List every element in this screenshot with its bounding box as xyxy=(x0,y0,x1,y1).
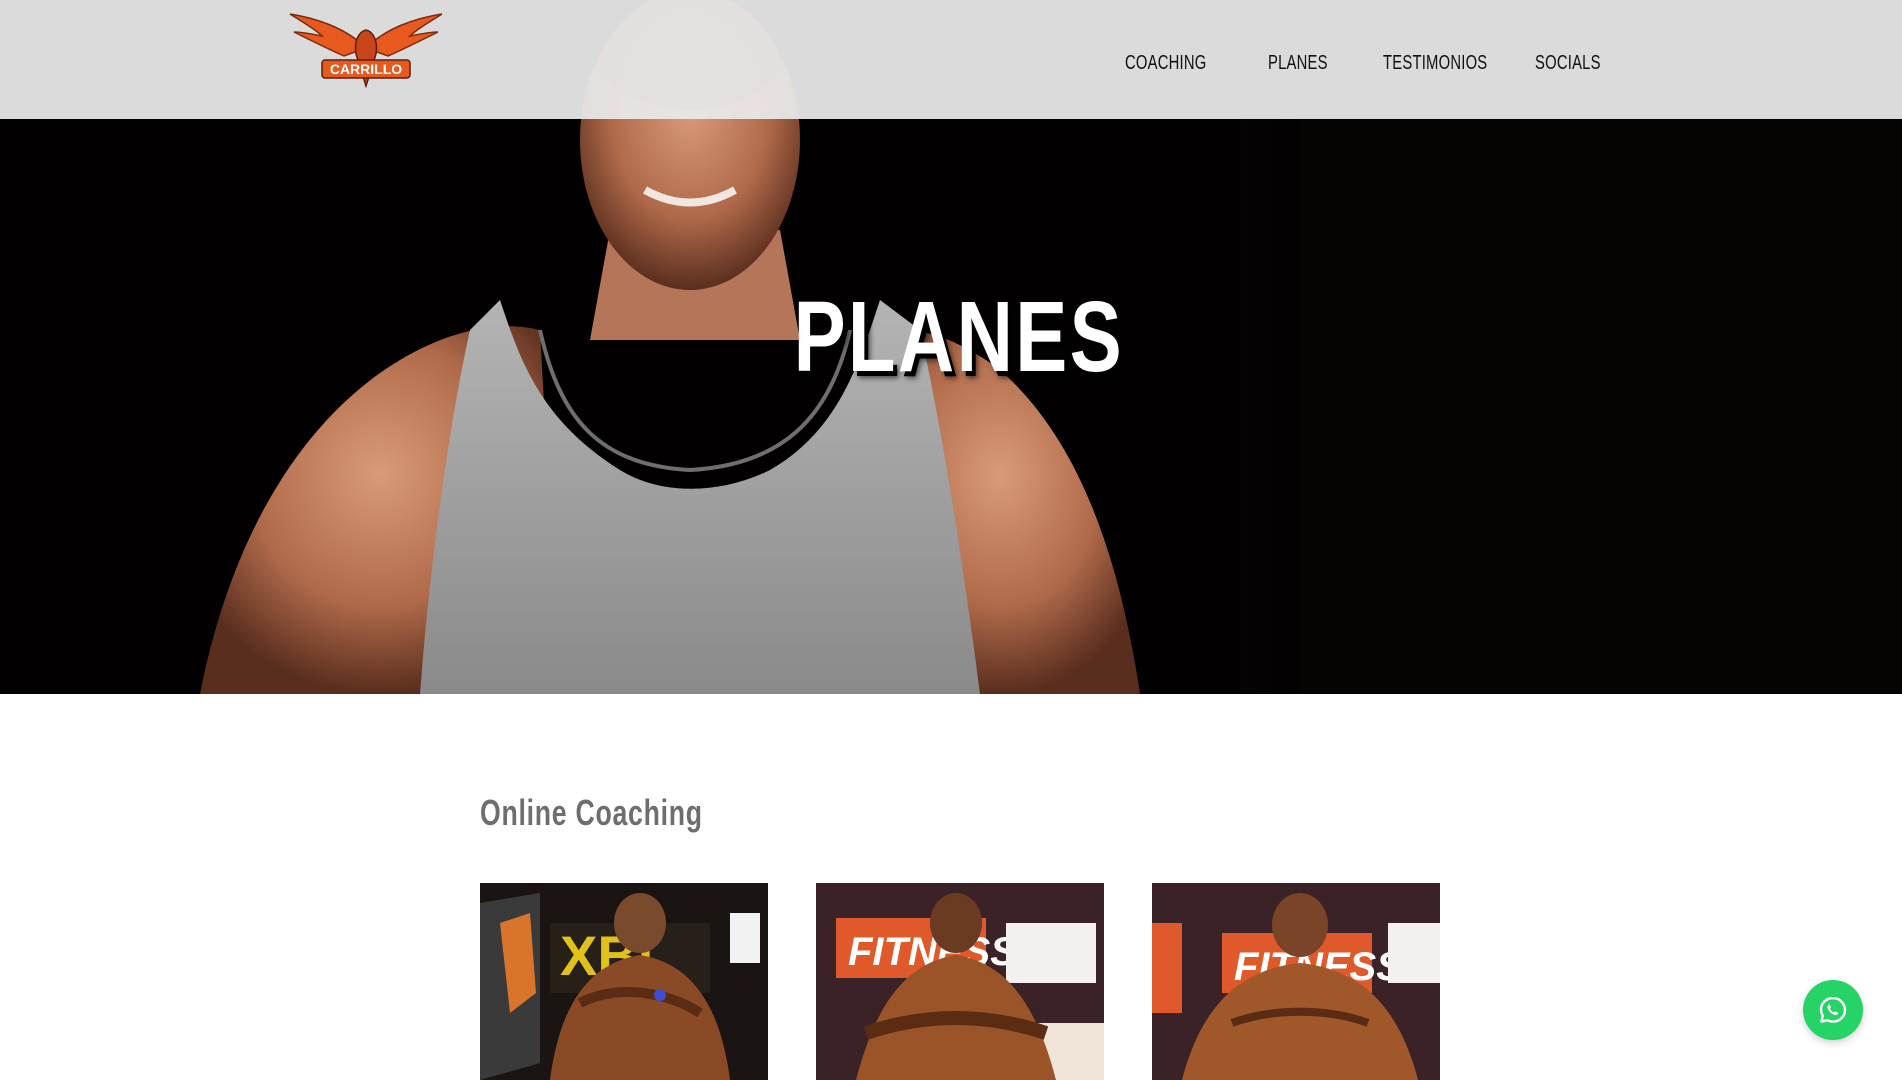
whatsapp-button[interactable] xyxy=(1803,980,1863,1040)
site-header: CARRILLO COACHING PLANES TESTIMONIOS SOC… xyxy=(0,0,1902,119)
nav-item-coaching[interactable]: COACHING xyxy=(1125,52,1207,75)
competition-photo-1: XBL xyxy=(480,883,768,1080)
competition-photo-2: FITNESS xyxy=(816,883,1104,1080)
hero-title: PLANES xyxy=(793,281,1124,393)
competition-photo-3: FITNESS xyxy=(1152,883,1440,1080)
whatsapp-icon xyxy=(1819,996,1847,1023)
main-nav: COACHING PLANES TESTIMONIOS SOCIALS xyxy=(0,52,1902,82)
nav-item-testimonios[interactable]: TESTIMONIOS xyxy=(1383,52,1487,75)
section-title: Online Coaching xyxy=(480,792,703,833)
plan-card-1[interactable]: XBL xyxy=(480,883,768,1080)
plan-card-2[interactable]: FITNESS xyxy=(816,883,1104,1080)
nav-item-planes[interactable]: PLANES xyxy=(1268,52,1328,75)
plan-card-3[interactable]: FITNESS xyxy=(1152,883,1440,1080)
nav-item-socials[interactable]: SOCIALS xyxy=(1535,52,1601,75)
